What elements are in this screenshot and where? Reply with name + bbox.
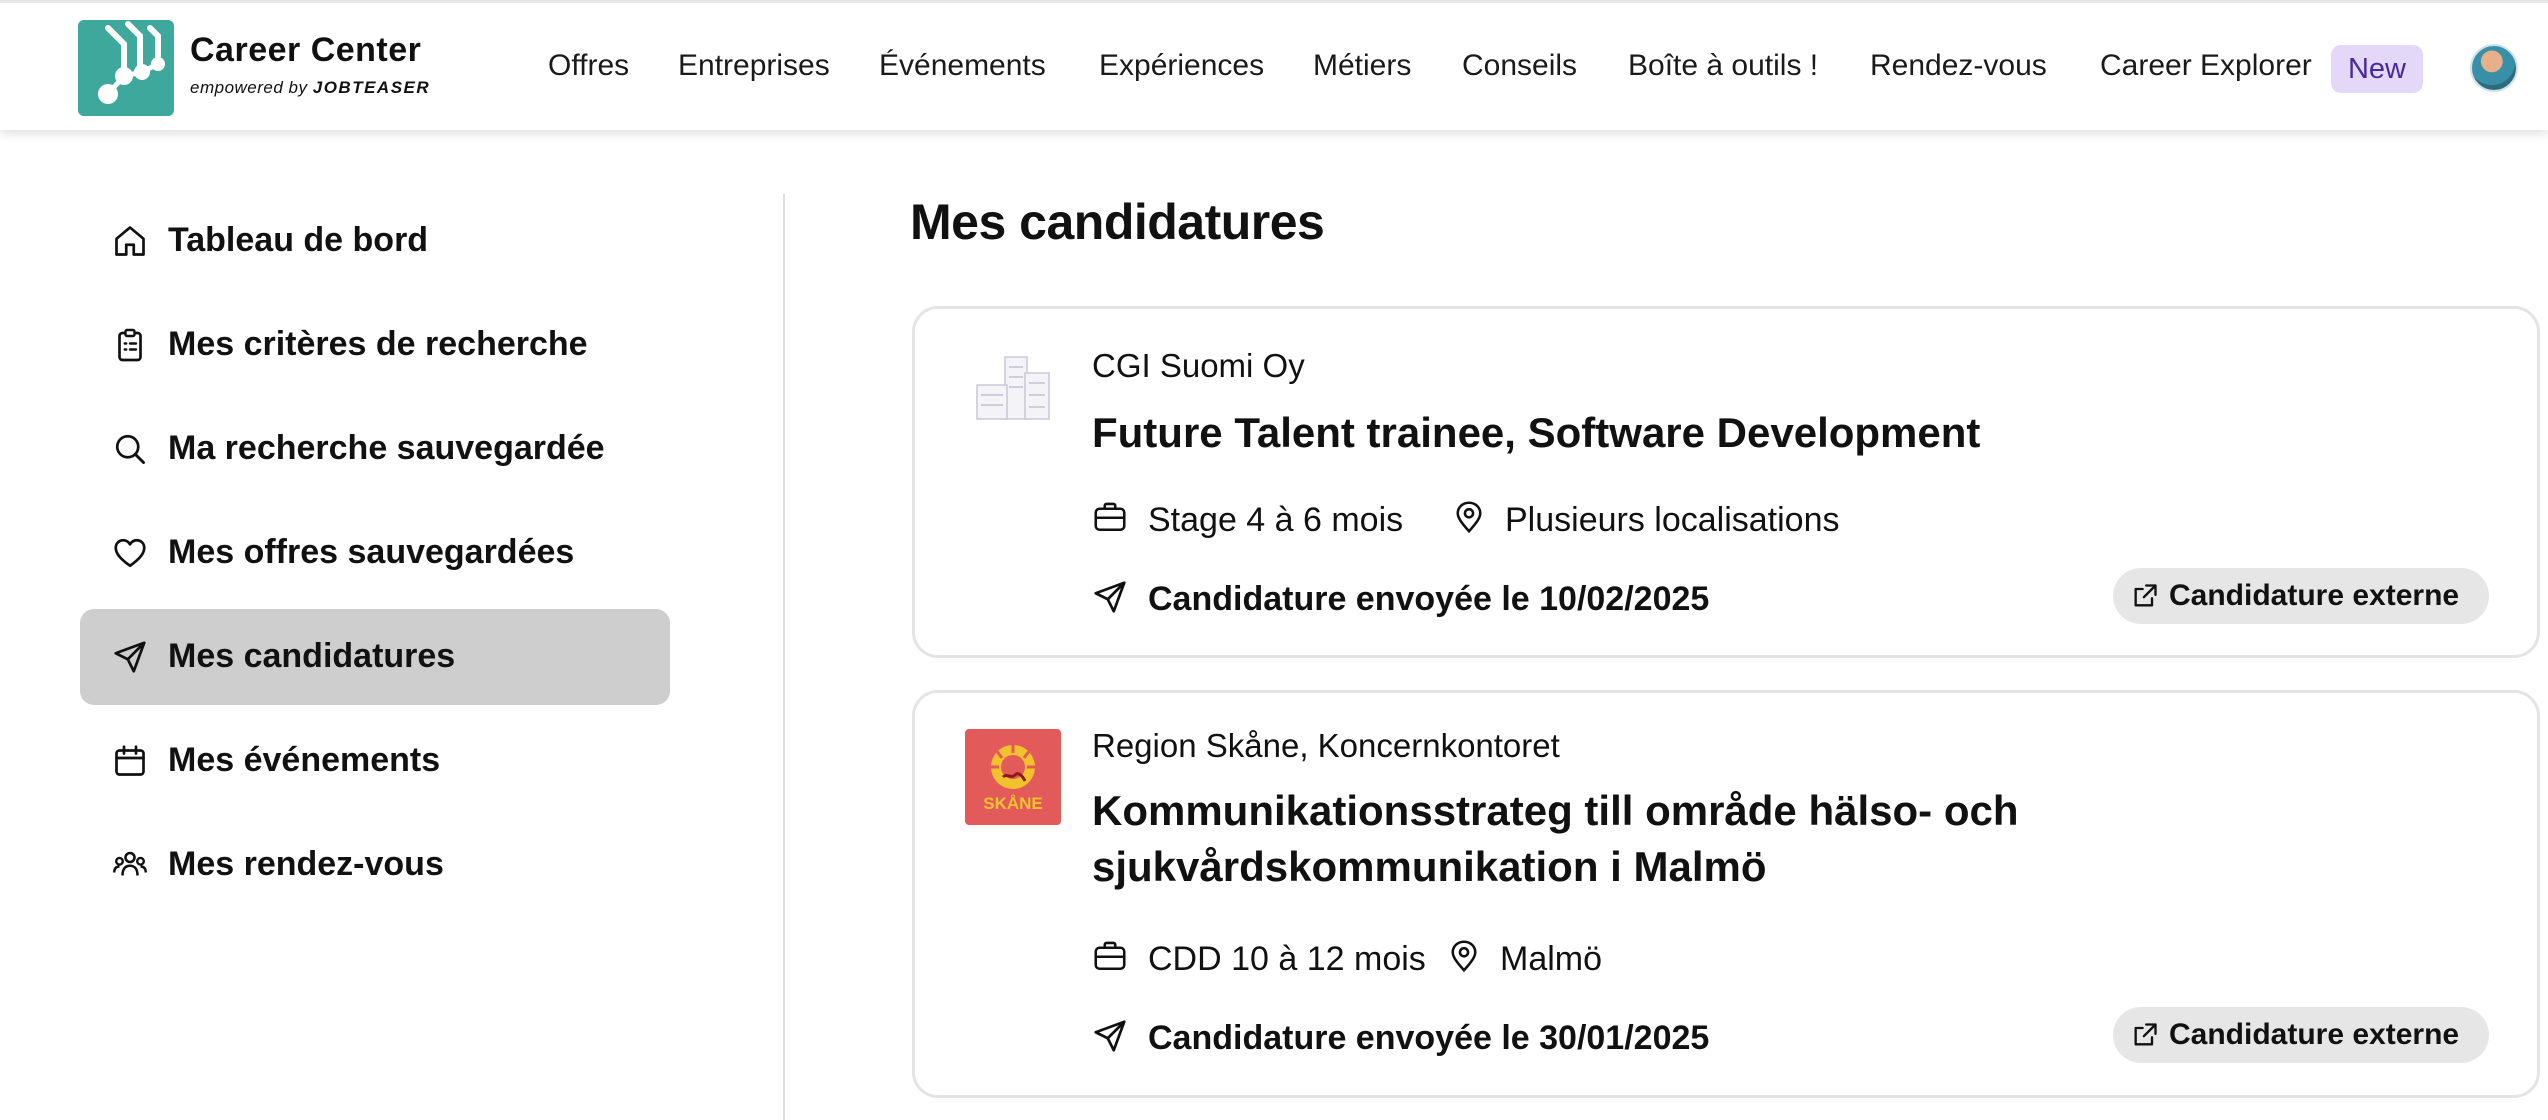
nav-metiers[interactable]: Métiers: [1313, 49, 1411, 83]
nav-rendez-vous[interactable]: Rendez-vous: [1870, 49, 2047, 83]
send-icon: [1094, 1020, 1126, 1052]
contract-type: Stage 4 à 6 mois: [1148, 501, 1404, 539]
external-application-button[interactable]: Candidature externe: [2113, 568, 2489, 624]
top-navigation-bar: Career Center empowered by JOBTEASER Off…: [0, 0, 2548, 130]
new-badge: New: [2331, 45, 2423, 93]
brand-sub-prefix: empowered by: [190, 78, 308, 97]
external-link-icon: [2134, 584, 2157, 607]
send-icon: [114, 641, 146, 673]
sidebar-item-dashboard[interactable]: Tableau de bord: [80, 193, 670, 289]
sidebar-item-search-criteria[interactable]: Mes critères de recherche: [80, 297, 670, 393]
logo-network-icon: [98, 21, 165, 104]
nav-career-explorer[interactable]: Career Explorer: [2100, 49, 2312, 83]
sidebar-item-appointments[interactable]: Mes rendez-vous: [80, 817, 670, 913]
sidebar-item-label: Mes offres sauvegardées: [168, 533, 575, 571]
location: Malmö: [1500, 940, 1603, 978]
sidebar-divider: [783, 194, 785, 1120]
external-application-label: Candidature externe: [2169, 579, 2460, 612]
external-link-icon: [2134, 1023, 2157, 1046]
company-logo: [971, 349, 1055, 433]
people-icon: [113, 851, 147, 876]
heart-icon: [114, 538, 146, 568]
calendar-icon: [115, 745, 145, 776]
nav-evenements[interactable]: Événements: [879, 49, 1046, 83]
sidebar-item-label: Mes critères de recherche: [168, 325, 588, 363]
sidebar-item-label: Tableau de bord: [168, 221, 429, 259]
briefcase-icon: [1094, 502, 1126, 532]
clipboard-icon: [118, 328, 142, 362]
sidebar-item-saved-search[interactable]: Ma recherche sauvegardée: [80, 401, 670, 497]
external-application-button[interactable]: Candidature externe: [2113, 1007, 2489, 1063]
contract-type: CDD 10 à 12 mois: [1148, 940, 1426, 978]
job-title[interactable]: Kommunikationsstrateg till område hälso-…: [1092, 783, 2192, 895]
external-application-label: Candidature externe: [2169, 1018, 2460, 1051]
nav-offres[interactable]: Offres: [548, 49, 629, 83]
nav-entreprises[interactable]: Entreprises: [678, 49, 830, 83]
sidebar-item-applications[interactable]: Mes candidatures: [80, 609, 670, 705]
nav-boite-a-outils[interactable]: Boîte à outils !: [1628, 49, 1818, 83]
job-title[interactable]: Future Talent trainee, Software Developm…: [1092, 405, 2192, 461]
building-icon: [976, 356, 1050, 420]
brand-subtitle: empowered by JOBTEASER: [190, 78, 430, 98]
location: Plusieurs localisations: [1505, 501, 1840, 539]
nav-conseils[interactable]: Conseils: [1462, 49, 1577, 83]
send-icon: [1094, 581, 1126, 613]
skane-logo-text: SKÅNE: [983, 794, 1043, 813]
application-card[interactable]: SKÅNE Region Skåne, Koncernkontoret Komm…: [912, 690, 2540, 1098]
career-center-logo[interactable]: [78, 20, 174, 116]
sidebar-item-label: Mes événements: [168, 741, 441, 779]
company-name: Region Skåne, Koncernkontoret: [1092, 727, 1560, 764]
briefcase-icon: [1094, 941, 1126, 971]
nav-experiences[interactable]: Expériences: [1099, 49, 1264, 83]
search-icon: [115, 434, 145, 464]
location-pin-icon: [1451, 940, 1477, 973]
location-pin-icon: [1456, 501, 1482, 534]
brand-sub-name: JOBTEASER: [312, 78, 431, 97]
user-avatar[interactable]: [2470, 44, 2518, 92]
application-card[interactable]: CGI Suomi Oy Future Talent trainee, Soft…: [912, 306, 2540, 658]
sidebar-item-events[interactable]: Mes événements: [80, 713, 670, 809]
company-name: CGI Suomi Oy: [1092, 347, 1305, 384]
home-icon: [115, 226, 145, 256]
skane-griffin-icon: SKÅNE: [983, 743, 1043, 813]
page-title: Mes candidatures: [910, 194, 1325, 250]
application-sent-date: Candidature envoyée le 30/01/2025: [1148, 1019, 1710, 1057]
brand-title: Career Center: [190, 31, 422, 69]
company-logo: SKÅNE: [965, 729, 1061, 825]
sidebar-item-label: Mes candidatures: [168, 637, 456, 675]
sidebar-item-label: Mes rendez-vous: [168, 845, 444, 883]
application-sent-date: Candidature envoyée le 10/02/2025: [1148, 580, 1710, 618]
sidebar-item-saved-offers[interactable]: Mes offres sauvegardées: [80, 505, 670, 601]
sidebar-item-label: Ma recherche sauvegardée: [168, 429, 605, 467]
